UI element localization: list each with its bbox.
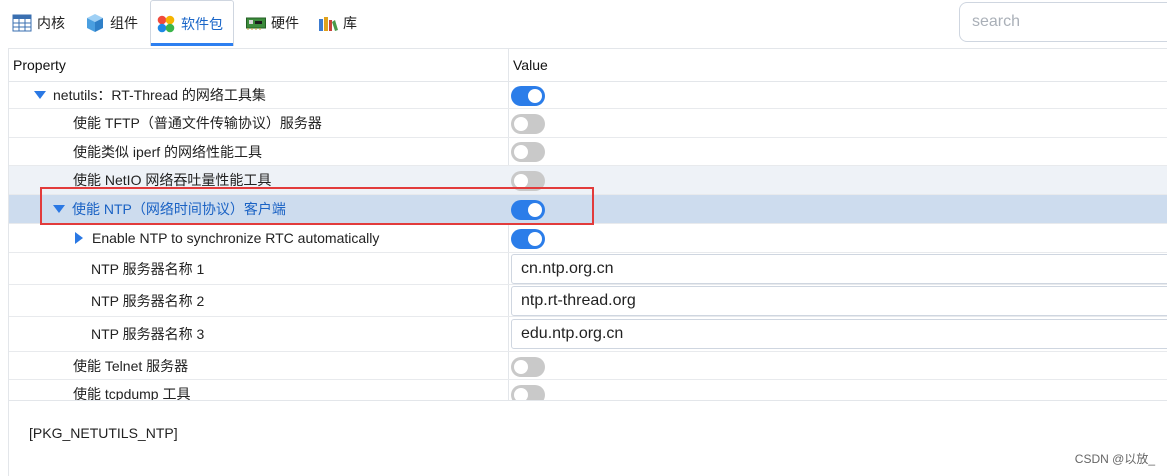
row-label: NTP 服务器名称 1: [91, 260, 205, 277]
tree-row-tcpdump[interactable]: 使能 tcpdump 工具: [9, 380, 1167, 401]
tab-packages-label: 软件包: [181, 15, 223, 32]
header-property: Property: [13, 57, 66, 73]
tab-library[interactable]: 库: [318, 0, 357, 46]
grid-header: Property Value: [9, 49, 1167, 82]
tab-components-label: 组件: [110, 15, 138, 31]
toggle-switch[interactable]: [511, 229, 545, 249]
header-value: Value: [513, 57, 548, 73]
ntp-server-2-input[interactable]: ntp.rt-thread.org: [511, 286, 1167, 316]
row-label: NTP 服务器名称 2: [91, 292, 205, 309]
toggle-switch[interactable]: [511, 200, 545, 220]
packages-icon: [156, 14, 176, 34]
row-label: 使能类似 iperf 的网络性能工具: [73, 143, 263, 160]
tree-row-tftp[interactable]: 使能 TFTP（普通文件传输协议）服务器: [9, 109, 1167, 138]
tab-kernel[interactable]: 内核: [12, 0, 65, 46]
toggle-switch[interactable]: [511, 86, 545, 106]
tab-library-label: 库: [343, 15, 357, 31]
cube-icon: [85, 13, 105, 33]
row-label: NTP 服务器名称 3: [91, 326, 205, 342]
books-icon: [318, 14, 338, 32]
row-label: 使能 NetIO 网络吞吐量性能工具: [73, 172, 272, 188]
search-input[interactable]: [959, 2, 1167, 42]
row-label: Enable NTP to synchronize RTC automatica…: [92, 230, 380, 246]
tree-row-ntp-rtc[interactable]: Enable NTP to synchronize RTC automatica…: [9, 224, 1167, 253]
tab-kernel-label: 内核: [37, 15, 65, 31]
table-icon: [12, 14, 32, 32]
tree-row-ntp-server-3[interactable]: NTP 服务器名称 3 edu.ntp.org.cn: [9, 317, 1167, 352]
row-label: 使能 TFTP（普通文件传输协议）服务器: [73, 115, 322, 131]
caret-down-icon[interactable]: [34, 90, 46, 99]
caret-right-icon[interactable]: [75, 232, 83, 244]
description-panel: [PKG_NETUTILS_NTP]: [8, 400, 1167, 476]
board-icon: [246, 16, 266, 30]
tree-row-ntp-server-2[interactable]: NTP 服务器名称 2 ntp.rt-thread.org: [9, 285, 1167, 317]
toggle-switch[interactable]: [511, 114, 545, 134]
tree-row-telnet[interactable]: 使能 Telnet 服务器: [9, 352, 1167, 380]
tab-hardware[interactable]: 硬件: [246, 0, 299, 46]
row-label: netutils：RT-Thread 的网络工具集: [53, 86, 266, 103]
tree-row-ntp-server-1[interactable]: NTP 服务器名称 1 cn.ntp.org.cn: [9, 253, 1167, 285]
property-grid: Property Value netutils：RT-Thread 的网络工具集…: [8, 48, 1167, 401]
tab-hardware-label: 硬件: [271, 15, 299, 31]
toggle-switch[interactable]: [511, 357, 545, 377]
tab-components[interactable]: 组件: [85, 0, 138, 46]
toolbar: 内核 组件 软件包 硬件 库: [0, 0, 1167, 46]
tree-row-netio[interactable]: 使能 NetIO 网络吞吐量性能工具: [9, 166, 1167, 195]
toggle-switch[interactable]: [511, 142, 545, 162]
row-label: 使能 NTP（网络时间协议）客户端: [72, 201, 286, 217]
tab-packages[interactable]: 软件包: [150, 0, 234, 46]
ntp-server-3-input[interactable]: edu.ntp.org.cn: [511, 319, 1167, 349]
tree-row-netutils[interactable]: netutils：RT-Thread 的网络工具集: [9, 81, 1167, 109]
row-label: 使能 Telnet 服务器: [73, 357, 189, 374]
symbol-name: [PKG_NETUTILS_NTP]: [29, 425, 178, 441]
watermark: CSDN @以放_: [1074, 452, 1155, 466]
toggle-switch[interactable]: [511, 171, 545, 191]
tree-row-iperf[interactable]: 使能类似 iperf 的网络性能工具: [9, 138, 1167, 166]
row-label: 使能 tcpdump 工具: [73, 386, 191, 401]
toggle-switch[interactable]: [511, 385, 545, 401]
caret-down-icon[interactable]: [53, 205, 65, 213]
ntp-server-1-input[interactable]: cn.ntp.org.cn: [511, 254, 1167, 284]
tree-row-ntp[interactable]: 使能 NTP（网络时间协议）客户端: [9, 195, 1167, 224]
